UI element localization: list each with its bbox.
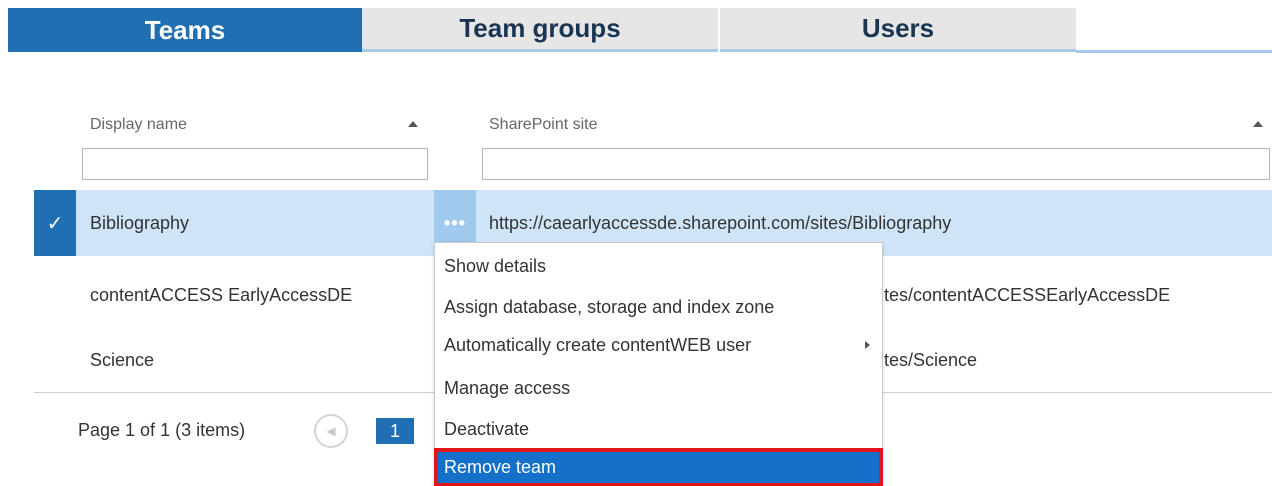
tab-teams[interactable]: Teams (8, 8, 362, 52)
filter-sharepoint-site-input[interactable] (482, 148, 1270, 180)
pager-summary: Page 1 of 1 (3 items) (78, 420, 246, 440)
tab-bar-underline (1076, 50, 1272, 53)
row-display-name: Bibliography (90, 213, 190, 233)
row-sharepoint-site: tes/contentACCESSEarlyAccessDE (884, 285, 1171, 305)
menu-item-label: Automatically create contentWEB user (444, 335, 752, 355)
menu-item-manage-access[interactable]: Manage access (435, 368, 882, 409)
column-header-display-name[interactable]: Display name (90, 116, 187, 134)
row-display-name: Science (90, 350, 155, 370)
row-context-menu: Show details Assign database, storage an… (434, 242, 883, 486)
menu-item-deactivate[interactable]: Deactivate (435, 409, 882, 450)
tab-team-groups[interactable]: Team groups (362, 8, 718, 52)
sort-ascending-icon[interactable] (1253, 121, 1263, 127)
menu-item-remove-team[interactable]: Remove team (434, 448, 883, 486)
sort-ascending-icon[interactable] (408, 121, 418, 127)
row-sharepoint-site: https://caearlyaccessde.sharepoint.com/s… (489, 213, 952, 233)
menu-item-assign-database[interactable]: Assign database, storage and index zone (435, 287, 882, 328)
row-selected-check-icon[interactable]: ✓ (34, 190, 76, 256)
tab-users[interactable]: Users (720, 8, 1076, 52)
menu-item-auto-create-user[interactable]: Automatically create contentWEB user (435, 325, 882, 366)
row-display-name: contentACCESS EarlyAccessDE (90, 285, 353, 305)
pager-prev-icon[interactable]: ◀ (314, 414, 348, 448)
filter-display-name-input[interactable] (82, 148, 428, 180)
submenu-arrow-icon (865, 341, 870, 349)
pager-page-button[interactable]: 1 (376, 418, 414, 444)
row-sharepoint-site: tes/Science (884, 350, 978, 370)
menu-item-show-details[interactable]: Show details (435, 246, 882, 287)
tab-bar: Teams Team groups Users (8, 8, 1272, 54)
column-header-sharepoint-site[interactable]: SharePoint site (489, 116, 598, 134)
